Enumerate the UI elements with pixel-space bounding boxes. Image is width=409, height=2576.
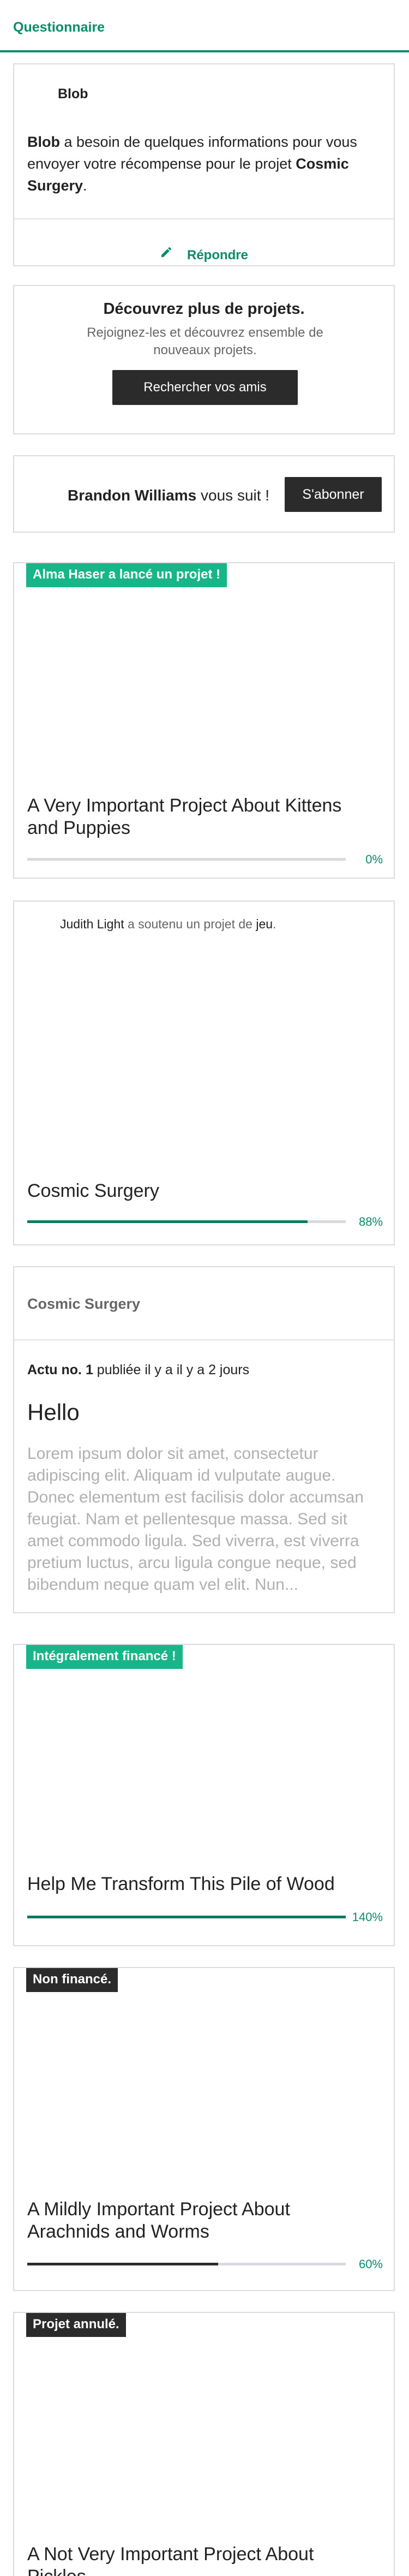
percent-funded: 140% [352, 1910, 383, 1924]
progress-fill [27, 2263, 219, 2265]
update-card[interactable]: Cosmic Surgery Actu no. 1 publiée il y a… [13, 1266, 395, 1613]
progress-bar [27, 858, 346, 861]
activity-text-end: . [273, 917, 276, 931]
project-card[interactable]: Intégralement financé ! Help Me Transfor… [13, 1644, 395, 1946]
divider [14, 218, 394, 219]
update-title[interactable]: Hello [27, 1399, 80, 1426]
reply-label: Répondre [187, 248, 248, 263]
update-meta: Actu no. 1 publiée il y a il y a 2 jours [27, 1362, 249, 1378]
project-title[interactable]: A Not Very Important Project About Pickl… [27, 2543, 376, 2576]
follower-name[interactable]: Brandon Williams [68, 487, 196, 504]
activity-text: Judith Light a soutenu un projet de jeu. [60, 917, 276, 932]
activity-text-mid: a soutenu un projet de [124, 917, 256, 931]
discover-subtitle: Rejoignez-les et découvrez ensemble de n… [87, 325, 323, 357]
update-number: 1 [85, 1362, 93, 1378]
progress-fill [27, 1916, 346, 1918]
pencil-icon [160, 246, 173, 263]
discover-title: Découvrez plus de projets. [103, 300, 305, 318]
find-friends-button[interactable]: Rechercher vos amis [112, 370, 298, 405]
update-excerpt: Lorem ipsum dolor sit amet, consectetur … [27, 1445, 364, 1594]
divider [14, 1339, 394, 1340]
project-title[interactable]: Cosmic Surgery [27, 1180, 376, 1202]
percent-funded: 0% [365, 852, 383, 866]
project-title[interactable]: A Mildly Important Project About Arachni… [27, 2198, 376, 2243]
project-launched-badge: Alma Haser a lancé un projet ! [26, 563, 227, 587]
follow-message: Brandon Williams vous suit ! [68, 487, 269, 504]
update-project-name[interactable]: Cosmic Surgery [27, 1296, 140, 1313]
questionnaire-user-name[interactable]: Blob [58, 86, 88, 102]
progress-fill [27, 1220, 308, 1223]
project-title[interactable]: A Very Important Project About Kittens a… [27, 795, 376, 839]
cancelled-badge: Projet annulé. [26, 2313, 126, 2337]
progress-bar [27, 2263, 346, 2265]
not-funded-badge: Non financé. [26, 1968, 118, 1992]
activity-project-card[interactable]: Judith Light a soutenu un projet de jeu.… [13, 901, 395, 1245]
reply-button[interactable]: Répondre [14, 246, 394, 263]
page-title: Questionnaire [13, 20, 105, 35]
activity-user[interactable]: Judith Light [60, 917, 124, 931]
subscribe-button[interactable]: S'abonner [285, 477, 382, 512]
fully-funded-badge: Intégralement financé ! [26, 1645, 183, 1669]
project-title[interactable]: Help Me Transform This Pile of Wood [27, 1873, 376, 1895]
percent-funded: 88% [358, 1215, 383, 1229]
progress-bar [27, 1220, 346, 1223]
questionnaire-message: Blob a besoin de quelques informations p… [27, 131, 382, 196]
progress-bar [27, 1916, 346, 1918]
follow-message-text: vous suit ! [196, 487, 270, 504]
update-time: publiée il y a il y a 2 jours [93, 1362, 250, 1378]
update-label: Actu no. [27, 1362, 82, 1378]
questionnaire-message-user[interactable]: Blob [27, 134, 60, 150]
percent-funded: 60% [358, 2257, 383, 2271]
project-card[interactable]: Non financé. A Mildly Important Project … [13, 1967, 395, 2291]
questionnaire-message-end: . [83, 177, 87, 194]
follow-card: Brandon Williams vous suit ! S'abonner [13, 455, 395, 533]
header-bar: Questionnaire [0, 0, 409, 52]
project-card[interactable]: Projet annulé. A Not Very Important Proj… [13, 2312, 395, 2576]
project-card[interactable]: Alma Haser a lancé un projet ! A Very Im… [13, 562, 395, 879]
questionnaire-card: Blob Blob a besoin de quelques informati… [13, 63, 395, 266]
discover-card: Découvrez plus de projets. Rejoignez-les… [13, 285, 395, 434]
activity-category[interactable]: jeu [256, 917, 273, 931]
